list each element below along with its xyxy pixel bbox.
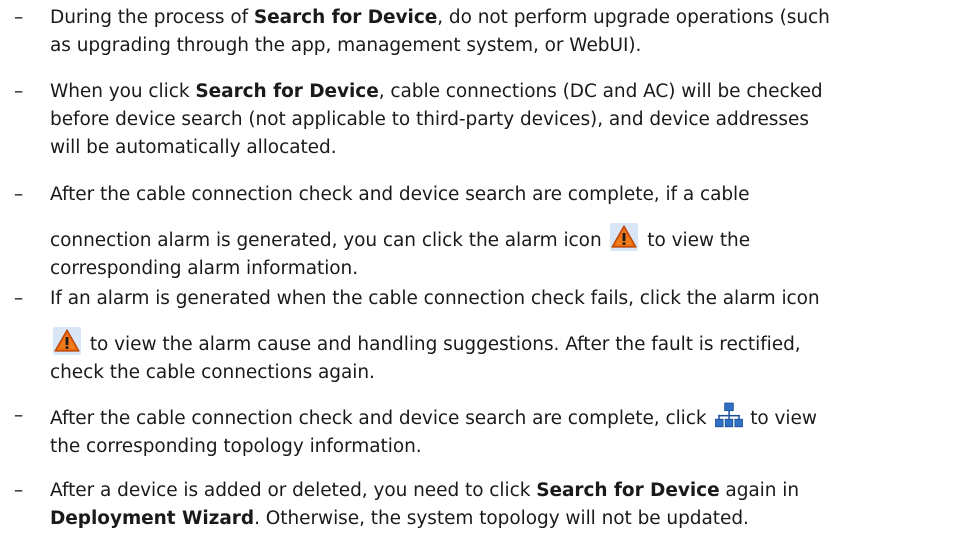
text-run: . Otherwise, the system topology will no… <box>254 508 749 529</box>
text-line: before device search (not applicable to … <box>50 106 969 134</box>
list-item: – After a device is added or deleted, you… <box>14 477 969 533</box>
text-run: After a device is added or deleted, you … <box>50 480 537 501</box>
text-run: before device search (not applicable to … <box>50 109 809 130</box>
bullet-dash: – <box>14 288 24 309</box>
list-item: – After the cable connection check and de… <box>14 402 969 461</box>
text-run: to view the alarm cause and handling sug… <box>84 334 801 355</box>
bullet-dash: – <box>14 184 24 205</box>
text-line: to view the alarm cause and handling sug… <box>50 327 969 359</box>
text-line: will be automatically allocated. <box>50 134 969 162</box>
text-run: During the process of <box>50 7 254 28</box>
text-line: During the process of Search for Device,… <box>50 4 969 32</box>
text-line: corresponding alarm information. <box>50 255 969 283</box>
bullet-dash: – <box>14 480 24 501</box>
text-run: After the cable connection check and dev… <box>50 408 713 429</box>
text-run: to view the <box>641 230 751 251</box>
text-run: If an alarm is generated when the cable … <box>50 288 820 309</box>
text-run: to view <box>744 408 817 429</box>
document-page: – During the process of Search for Device… <box>0 0 974 556</box>
text-run: the corresponding topology information. <box>50 436 422 457</box>
text-run: corresponding alarm information. <box>50 258 359 279</box>
list-item-text: After a device is added or deleted, you … <box>50 477 969 533</box>
list-item: – If an alarm is generated when the cable… <box>14 285 969 387</box>
bullet-dash: – <box>14 81 24 102</box>
text-line: After the cable connection check and dev… <box>50 181 969 209</box>
bullet-dash: – <box>14 7 24 28</box>
list-item-text: After the cable connection check and dev… <box>50 181 969 283</box>
list-item-text: If an alarm is generated when the cable … <box>50 285 969 387</box>
bullet-dash: – <box>14 405 24 426</box>
list-item-text: When you click Search for Device, cable … <box>50 78 969 162</box>
list-item: – When you click Search for Device, cable… <box>14 78 969 162</box>
alarm-icon <box>610 223 639 251</box>
text-run: When you click <box>50 81 196 102</box>
list-item-text: During the process of Search for Device,… <box>50 4 969 60</box>
text-line: check the cable connections again. <box>50 359 969 387</box>
ui-term: Search for Device <box>536 480 720 501</box>
list-item: – After the cable connection check and de… <box>14 181 969 283</box>
text-line: Deployment Wizard. Otherwise, the system… <box>50 505 969 533</box>
text-line: the corresponding topology information. <box>50 433 969 461</box>
text-line: After the cable connection check and dev… <box>50 402 969 433</box>
list-item-text: After the cable connection check and dev… <box>50 402 969 461</box>
text-run: connection alarm is generated, you can c… <box>50 230 608 251</box>
ui-term: Deployment Wizard <box>50 508 255 529</box>
text-run: , cable connections (DC and AC) will be … <box>378 81 823 102</box>
text-line: When you click Search for Device, cable … <box>50 78 969 106</box>
text-run: as upgrading through the app, management… <box>50 35 642 56</box>
text-run: After the cable connection check and dev… <box>50 184 750 205</box>
text-run: will be automatically allocated. <box>50 137 337 158</box>
text-run: , do not perform upgrade operations (suc… <box>437 7 830 28</box>
list-item: – During the process of Search for Device… <box>14 4 969 60</box>
text-line: connection alarm is generated, you can c… <box>50 223 969 255</box>
alarm-icon <box>53 327 81 355</box>
text-line: If an alarm is generated when the cable … <box>50 285 969 313</box>
ui-term: Search for Device <box>253 7 438 28</box>
text-line: After a device is added or deleted, you … <box>50 477 969 505</box>
text-run: check the cable connections again. <box>50 362 375 383</box>
ui-term: Search for Device <box>195 81 379 102</box>
text-line: as upgrading through the app, management… <box>50 32 969 60</box>
topology-icon <box>715 402 744 428</box>
text-run: again in <box>719 480 800 501</box>
